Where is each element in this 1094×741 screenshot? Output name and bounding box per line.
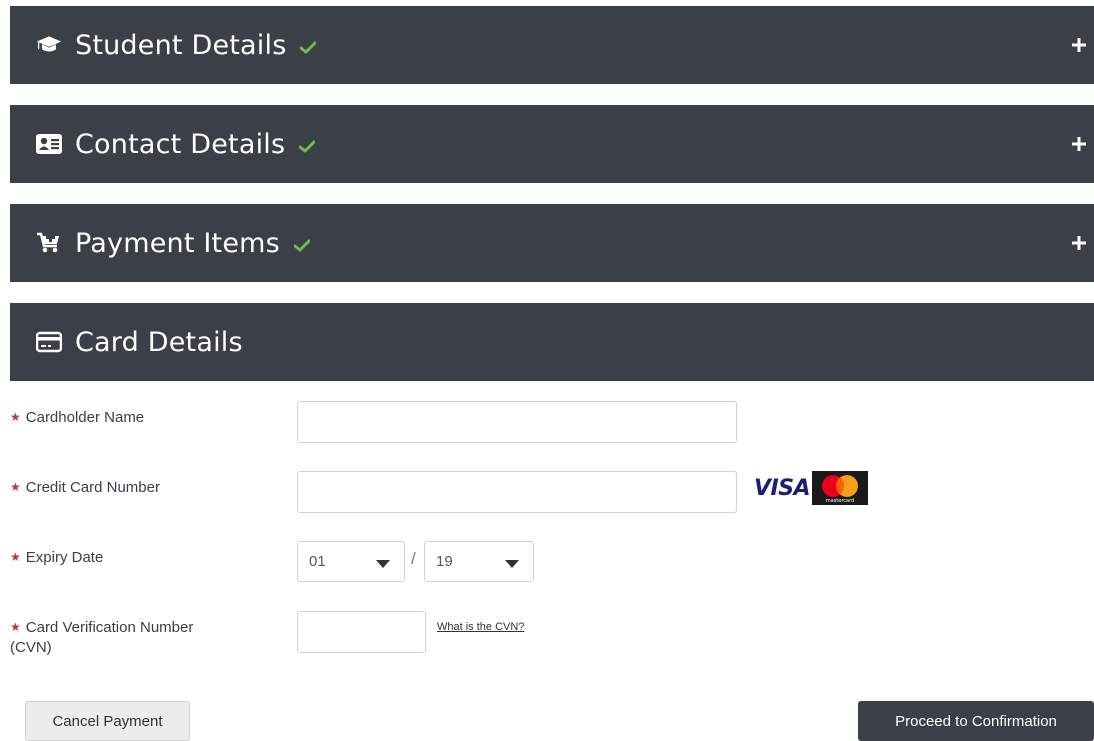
- panel-contact-details[interactable]: Contact Details: [10, 105, 1094, 183]
- panel-title: Student Details: [75, 29, 287, 61]
- panel-title: Contact Details: [75, 128, 286, 160]
- cancel-payment-button[interactable]: Cancel Payment: [25, 701, 190, 741]
- expand-plus-icon[interactable]: [1072, 38, 1086, 52]
- check-icon: [299, 140, 316, 153]
- expiry-month-select[interactable]: 01: [297, 541, 405, 582]
- expand-plus-icon[interactable]: [1072, 137, 1086, 151]
- visa-logo: VISA: [754, 476, 811, 501]
- panel-student-details[interactable]: Student Details: [10, 6, 1094, 84]
- credit-card-number-input[interactable]: [297, 471, 737, 513]
- panel-card-details: Card Details: [10, 303, 1094, 381]
- expiry-date-label: ★ Expiry Date: [10, 549, 104, 566]
- what-is-cvn-link[interactable]: What is the CVN?: [437, 621, 524, 633]
- mastercard-logo: mastercard: [812, 471, 868, 505]
- contact-card-icon: [36, 131, 62, 157]
- chevron-down-icon: [505, 560, 519, 568]
- panel-title: Payment Items: [75, 227, 280, 259]
- credit-card-number-label: ★ Credit Card Number: [10, 479, 160, 496]
- panel-title: Card Details: [75, 326, 243, 358]
- required-marker: ★: [10, 620, 21, 634]
- cvn-input[interactable]: [297, 611, 426, 653]
- proceed-to-confirmation-button[interactable]: Proceed to Confirmation: [858, 701, 1094, 741]
- expiry-year-value: 19: [436, 553, 453, 570]
- expiry-year-select[interactable]: 19: [424, 541, 534, 582]
- cvn-label: ★ Card Verification Number (CVN): [10, 619, 194, 656]
- cart-icon: [36, 230, 62, 256]
- expand-plus-icon[interactable]: [1072, 236, 1086, 250]
- required-marker: ★: [10, 480, 21, 494]
- expiry-separator: /: [411, 549, 416, 568]
- check-icon: [293, 239, 310, 252]
- panel-payment-items[interactable]: Payment Items: [10, 204, 1094, 282]
- required-marker: ★: [10, 410, 21, 424]
- expiry-month-value: 01: [309, 553, 326, 570]
- chevron-down-icon: [376, 560, 390, 568]
- check-icon: [300, 41, 317, 54]
- cardholder-name-input[interactable]: [297, 401, 737, 443]
- credit-card-icon: [36, 329, 62, 355]
- cardholder-name-label: ★ Cardholder Name: [10, 409, 145, 426]
- graduation-cap-icon: [36, 32, 62, 58]
- required-marker: ★: [10, 550, 21, 564]
